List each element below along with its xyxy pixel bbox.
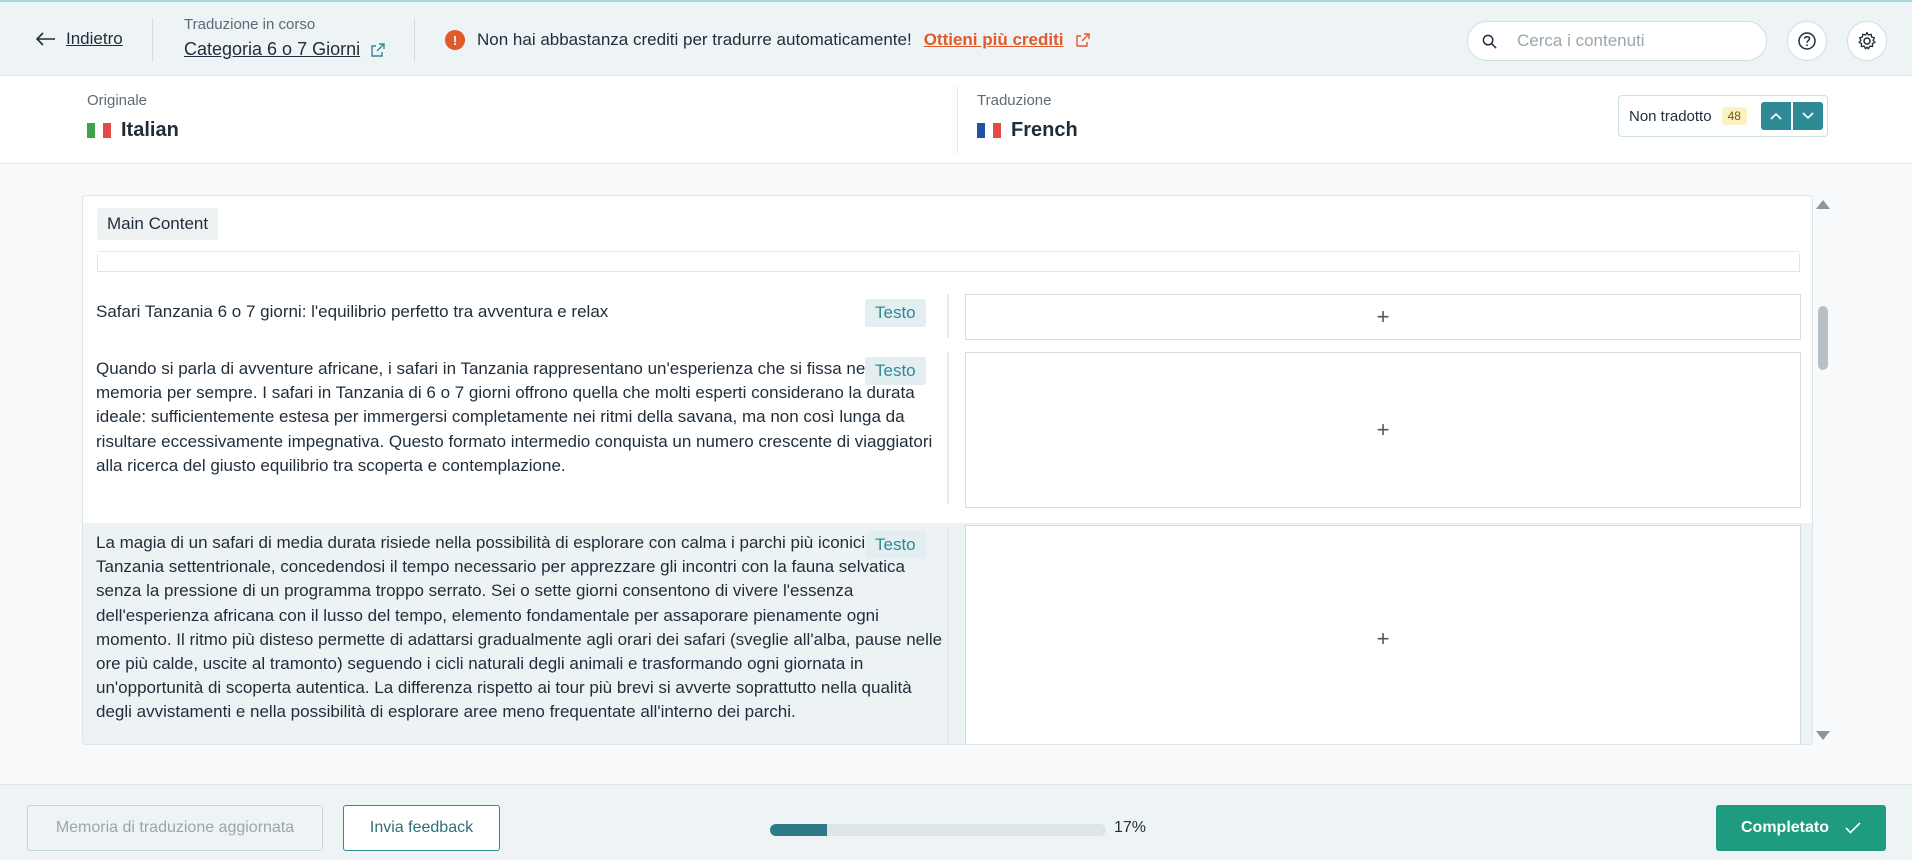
search-box[interactable] [1467, 21, 1767, 61]
scroll-up-arrow[interactable] [1816, 200, 1830, 209]
translation-input[interactable]: + [965, 294, 1801, 340]
scrollbar-thumb[interactable] [1818, 306, 1828, 370]
divider [947, 294, 949, 338]
scroll-down-arrow[interactable] [1816, 731, 1830, 740]
translation-memory-button: Memoria di traduzione aggiornata [27, 805, 323, 851]
page-subtitle: Traduzione in corso [184, 16, 316, 33]
send-feedback-button[interactable]: Invia feedback [343, 805, 500, 851]
divider [947, 527, 949, 744]
credits-warning: ! Non hai abbastanza crediti per tradurr… [445, 30, 1091, 50]
segment-type-tag: Testo [865, 531, 926, 559]
filter-label: Non tradotto [1629, 107, 1712, 125]
source-text: Quando si parla di avventure africane, i… [96, 359, 933, 475]
complete-label: Completato [1741, 819, 1829, 836]
segment-navigation [1761, 102, 1823, 130]
check-icon [1845, 822, 1861, 834]
top-bar: Indietro Traduzione in corso Categoria 6… [0, 0, 1912, 76]
divider [414, 18, 415, 62]
chevron-up-icon [1770, 112, 1782, 120]
complete-button[interactable]: Completato [1716, 805, 1886, 851]
search-input[interactable] [1517, 31, 1737, 51]
translation-input[interactable]: + [965, 352, 1801, 508]
footer-bar: Memoria di traduzione aggiornata Invia f… [0, 784, 1912, 860]
search-icon [1482, 34, 1497, 49]
chevron-down-icon [1802, 112, 1814, 120]
arrow-left-icon [36, 32, 55, 46]
translation-input[interactable]: + [965, 525, 1801, 744]
progress-label: 17% [1114, 819, 1147, 836]
progress-bar [770, 824, 1106, 836]
alert-icon: ! [445, 30, 465, 50]
segment-row: La magia di un safari di media durata ri… [83, 523, 1812, 744]
section-header-box [97, 254, 1800, 272]
page-title: Categoria 6 o 7 Giorni [184, 39, 361, 59]
segment-type-tag: Testo [865, 299, 926, 327]
france-flag-icon [977, 123, 1001, 138]
help-icon [1798, 32, 1816, 50]
back-label: Indietro [66, 29, 123, 48]
segment-row: Quando si parla di avventure africane, i… [83, 336, 1812, 512]
divider [97, 251, 1800, 252]
add-icon: + [1376, 626, 1390, 651]
add-icon: + [1376, 304, 1390, 329]
page-title-link[interactable]: Categoria 6 o 7 Giorni [184, 39, 386, 60]
progress-fill [770, 824, 828, 836]
translation-language: Traduzione French [977, 92, 1078, 142]
source-text: La magia di un safari di media durata ri… [96, 533, 943, 722]
italy-flag-icon [87, 123, 111, 138]
previous-segment-button[interactable] [1761, 102, 1791, 130]
language-bar: Originale Italian Traduzione French Non … [0, 76, 1912, 164]
original-language-name: Italian [121, 119, 179, 141]
source-text: Safari Tanzania 6 o 7 giorni: l'equilibr… [96, 302, 609, 321]
settings-button[interactable] [1847, 21, 1887, 61]
divider [152, 18, 153, 62]
page-title-block: Traduzione in corso Categoria 6 o 7 Gior… [184, 16, 386, 60]
translation-caption: Traduzione [977, 92, 1052, 109]
back-button[interactable]: Indietro [36, 29, 123, 49]
segment-row: Safari Tanzania 6 o 7 giorni: l'equilibr… [83, 278, 1812, 340]
external-link-icon [371, 42, 385, 57]
translation-panel: Main Content Safari Tanzania 6 o 7 giorn… [82, 195, 1813, 745]
translation-language-name: French [1011, 119, 1078, 141]
original-language: Originale Italian [87, 92, 179, 142]
next-segment-button[interactable] [1793, 102, 1823, 130]
original-caption: Originale [87, 92, 148, 109]
add-icon: + [1376, 417, 1390, 442]
divider [957, 86, 958, 154]
get-credits-link[interactable]: Ottieni più crediti [924, 30, 1064, 50]
external-link-icon[interactable] [1075, 32, 1091, 48]
gear-icon [1858, 31, 1876, 50]
help-button[interactable] [1787, 21, 1827, 61]
divider [947, 352, 949, 504]
section-label: Main Content [97, 208, 219, 240]
warning-text: Non hai abbastanza crediti per tradurre … [477, 30, 912, 49]
untranslated-filter[interactable]: Non tradotto 48 [1618, 95, 1828, 137]
segment-type-tag: Testo [865, 357, 926, 385]
untranslated-count-badge: 48 [1721, 107, 1747, 125]
